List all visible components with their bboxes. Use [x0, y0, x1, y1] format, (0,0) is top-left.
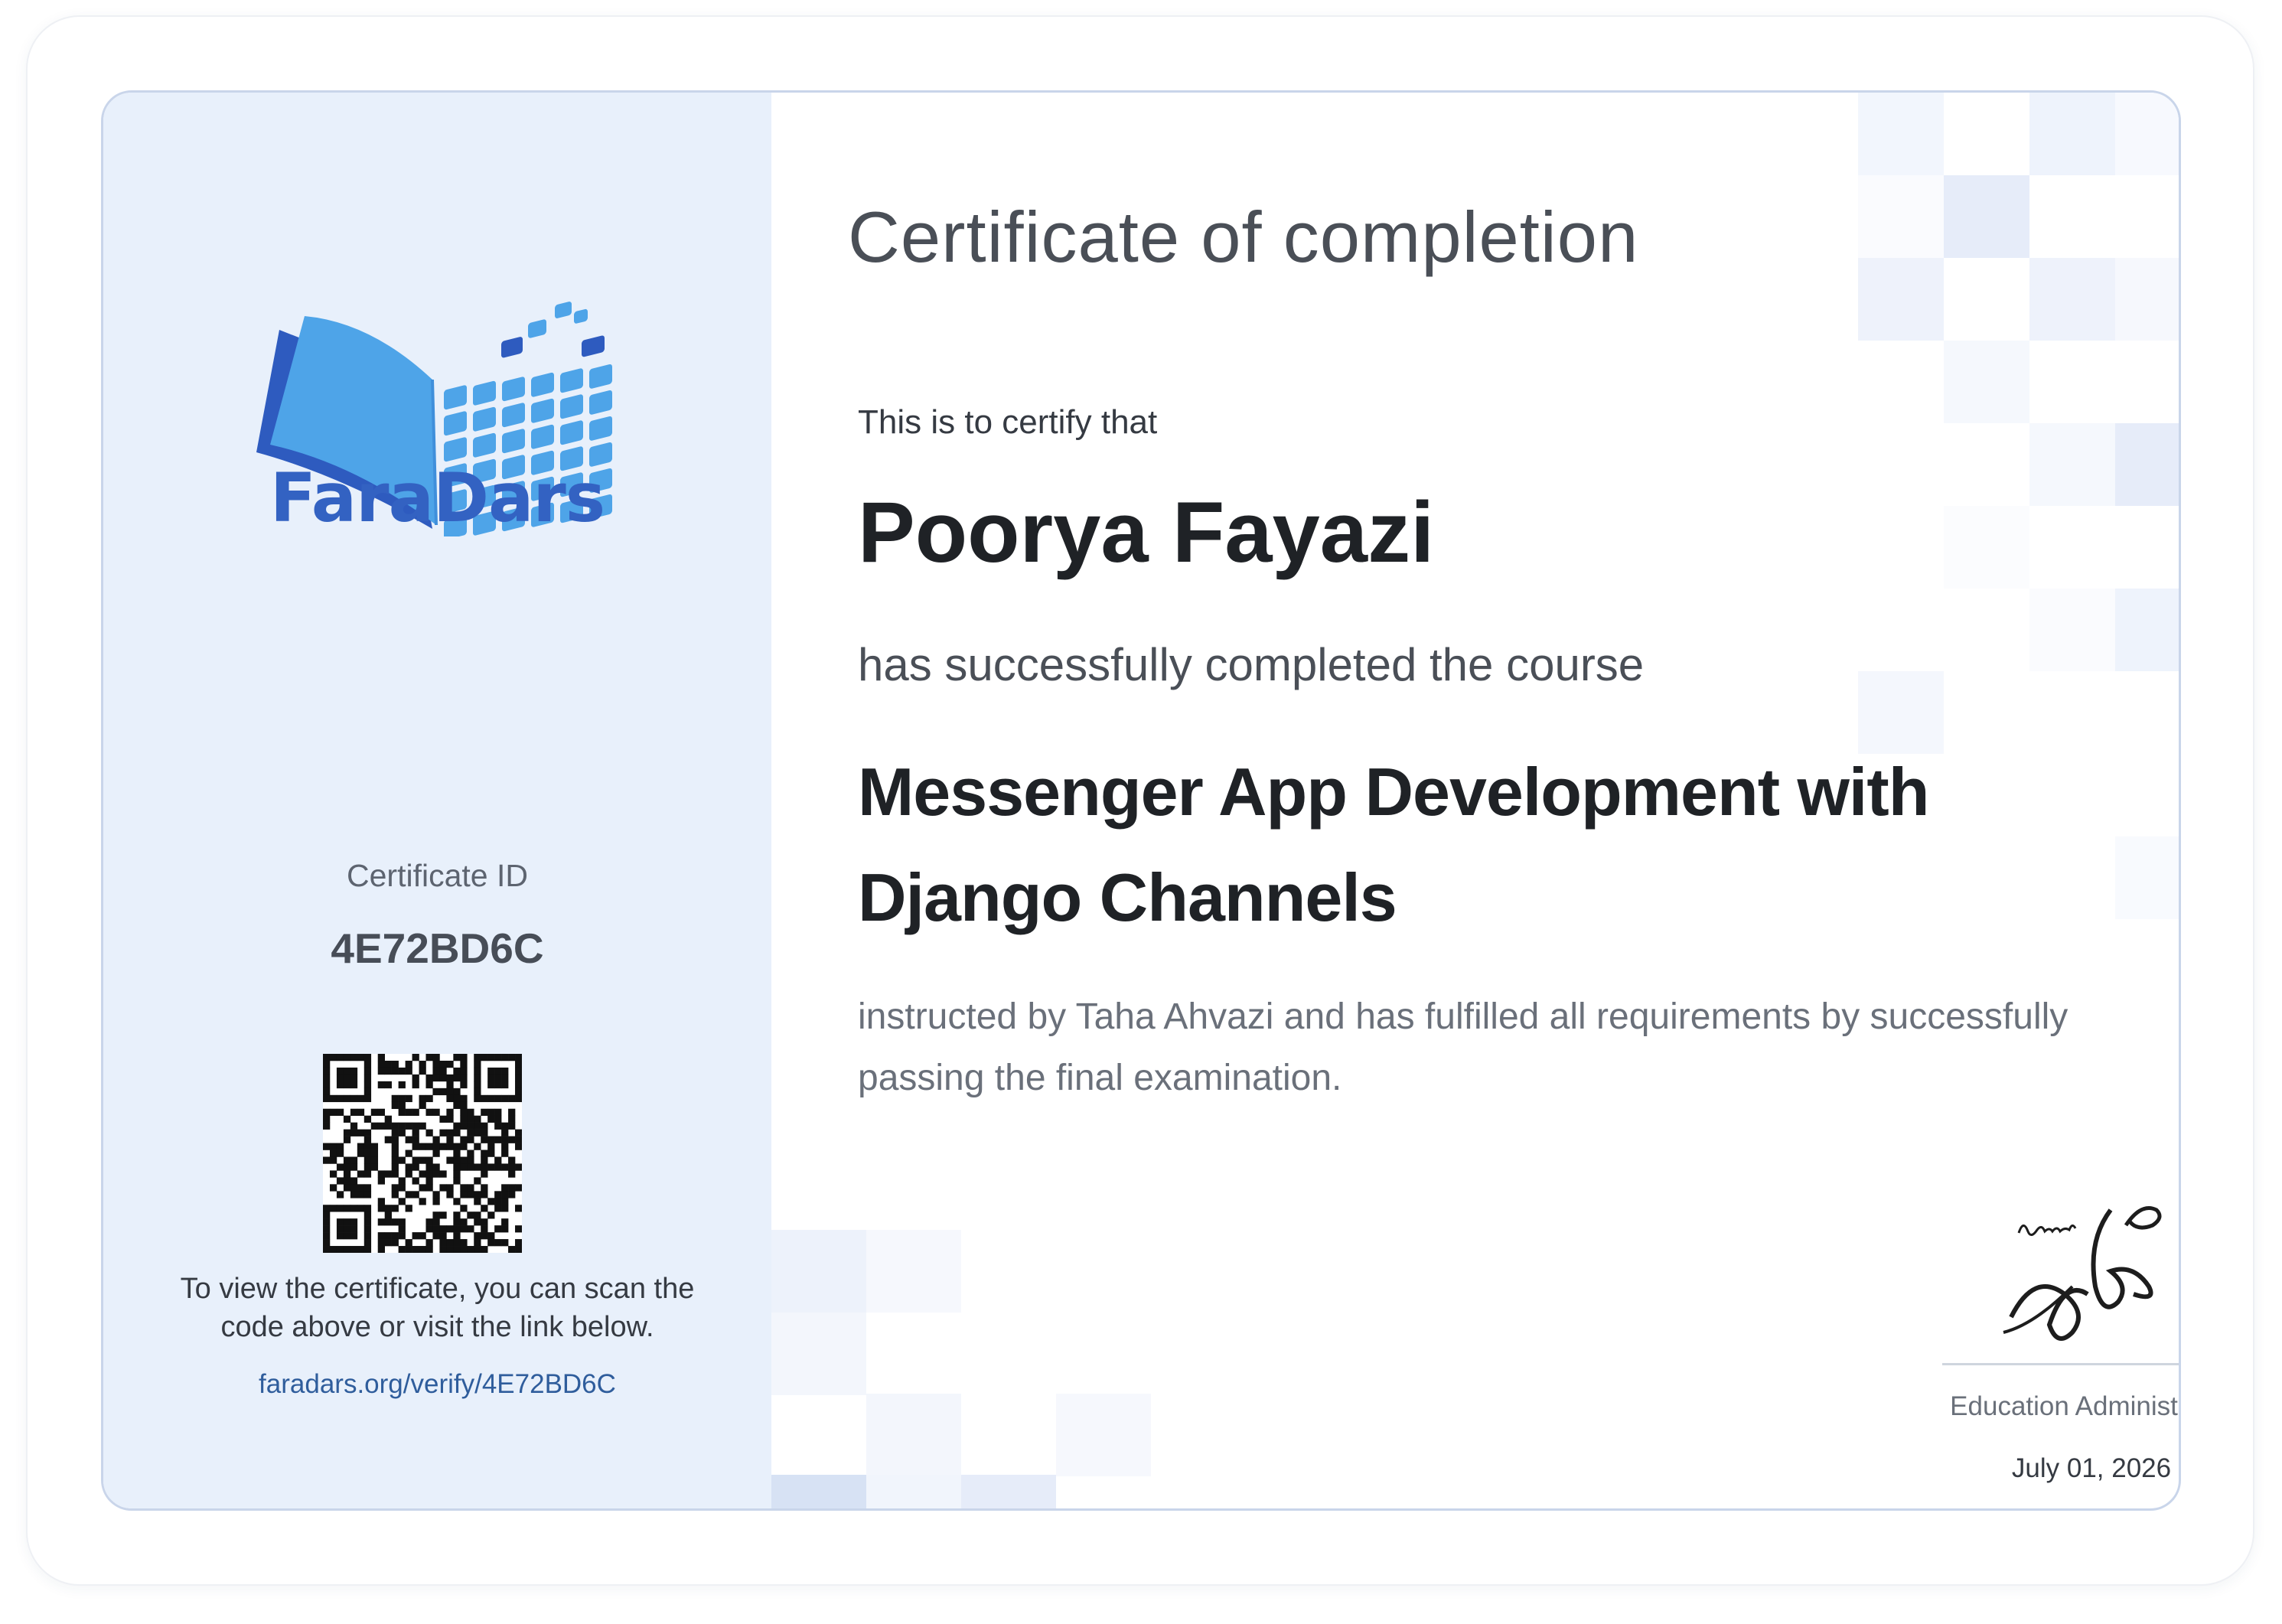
certificate-id-value: 4E72BD6C: [331, 925, 544, 972]
handwritten-signature-icon: [2003, 1206, 2162, 1341]
decor-square: [2029, 589, 2115, 671]
completed-text: has successfully completed the course: [858, 639, 1645, 690]
decor-square: [771, 1230, 866, 1313]
decor-square: [866, 1230, 961, 1313]
course-name: Messenger App Development with Django Ch…: [858, 754, 1929, 935]
decor-square: [2029, 258, 2115, 341]
decor-square: [771, 1313, 866, 1395]
scan-instructions: To view the certificate, you can scan th…: [180, 1273, 695, 1343]
brand-name: FaraDars: [269, 458, 605, 537]
signature-line: [1942, 1363, 2179, 1365]
decor-square: [2115, 589, 2179, 671]
decor-square: [2029, 423, 2115, 506]
decor-square: [866, 1394, 961, 1476]
recipient-name: Poorya Fayazi: [858, 484, 1435, 580]
certificate-date: July 01, 2026: [2011, 1453, 2172, 1483]
main-panel: Certificate of completion This is to cer…: [771, 93, 2179, 1508]
decor-square: [866, 1475, 961, 1508]
qr-code-icon[interactable]: [323, 1054, 522, 1253]
decor-square: [1944, 175, 2029, 258]
certificate-card: FaraDars Certificate ID 4E72BD6C To view…: [101, 90, 2181, 1511]
decor-square: [1944, 341, 2029, 423]
decor-square: [1858, 258, 1944, 341]
decor-square: [771, 1475, 866, 1508]
decor-square: [1944, 506, 2029, 589]
decor-square: [2115, 93, 2179, 175]
instructor-text: instructed by Taha Ahvazi and has fulfil…: [858, 996, 2068, 1098]
decor-square: [1858, 175, 1944, 258]
sidebar-panel: FaraDars Certificate ID 4E72BD6C To view…: [103, 93, 771, 1508]
decor-square: [2029, 93, 2115, 175]
decor-square: [1056, 1394, 1151, 1476]
certify-text: This is to certify that: [858, 403, 1158, 441]
certificate-id-label: Certificate ID: [347, 858, 528, 893]
decor-square: [1858, 93, 1944, 175]
certificate-title: Certificate of completion: [848, 197, 1639, 277]
signatory-role: Education Administrator: [1950, 1391, 2179, 1421]
decor-square: [2115, 258, 2179, 341]
decor-square: [961, 1475, 1056, 1508]
verify-link[interactable]: faradars.org/verify/4E72BD6C: [103, 1369, 771, 1400]
decor-square: [2115, 423, 2179, 506]
